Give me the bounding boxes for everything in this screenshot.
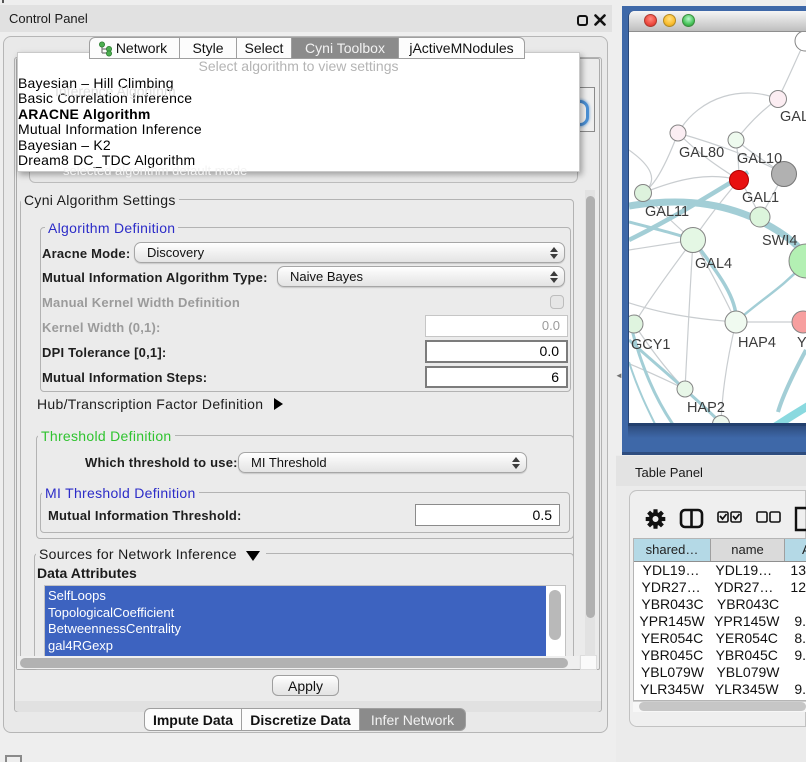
svg-text:HAP2: HAP2 (687, 400, 725, 416)
svg-text:GAL4: GAL4 (695, 256, 732, 272)
svg-text:GAL10: GAL10 (737, 151, 782, 167)
svg-text:SWI4: SWI4 (762, 233, 797, 249)
svg-text:GAL1: GAL1 (742, 190, 779, 206)
svg-text:Y: Y (797, 335, 806, 351)
svg-text:GAL: GAL (780, 109, 806, 125)
svg-text:GAL11: GAL11 (645, 204, 689, 220)
svg-text:HAP4: HAP4 (738, 335, 776, 351)
svg-text:GCY1: GCY1 (631, 337, 671, 353)
svg-text:GAL80: GAL80 (679, 145, 724, 161)
